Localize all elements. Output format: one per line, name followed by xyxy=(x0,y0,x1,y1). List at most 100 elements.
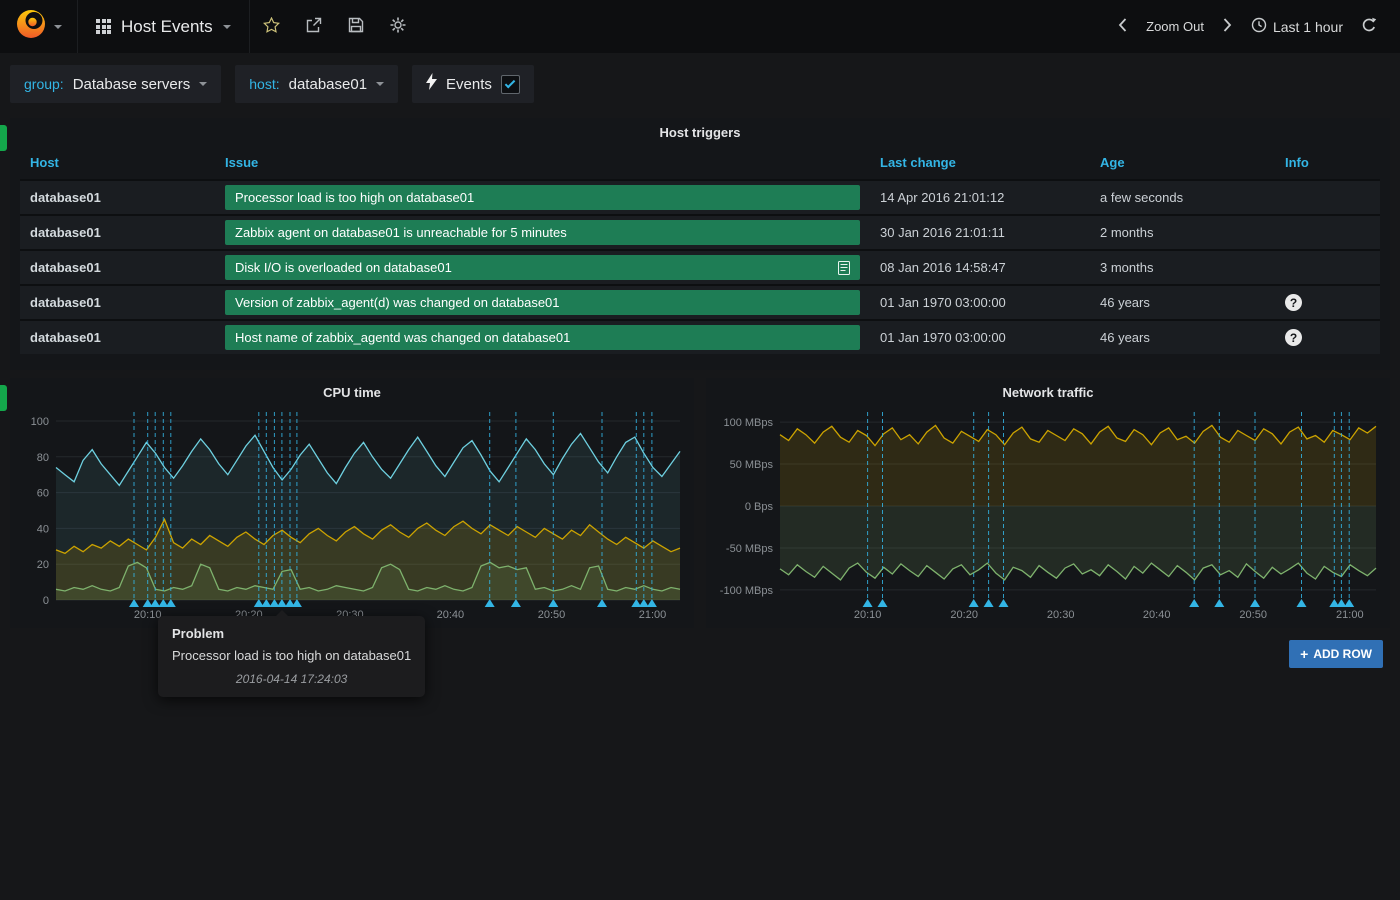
grafana-dashboard: { "icons": { "help": "?", "add": "+" }, … xyxy=(0,0,1400,900)
events-checkbox[interactable] xyxy=(501,75,520,94)
share-button[interactable] xyxy=(293,0,335,53)
table-header-row: HostIssueLast changeAgeInfo xyxy=(20,146,1380,180)
chevron-left-icon xyxy=(1117,17,1128,36)
issue-cell: Zabbix agent on database01 is unreachabl… xyxy=(215,215,870,250)
table-row: database01 Host name of zabbix_agentd was… xyxy=(20,320,1380,354)
column-header[interactable]: Host xyxy=(20,146,215,180)
refresh-button[interactable] xyxy=(1352,0,1386,53)
page-title: Host Events xyxy=(121,17,213,37)
issue-cell: Version of zabbix_agent(d) was changed o… xyxy=(215,285,870,320)
column-header[interactable]: Last change xyxy=(870,146,1090,180)
age-cell: 46 years xyxy=(1090,285,1275,320)
host-triggers-panel: Host triggers HostIssueLast changeAgeInf… xyxy=(10,118,1390,370)
help-icon[interactable]: ? xyxy=(1285,294,1302,311)
svg-text:-50 MBps: -50 MBps xyxy=(726,543,774,555)
age-cell: a few seconds xyxy=(1090,180,1275,215)
svg-text:50 MBps: 50 MBps xyxy=(730,459,774,471)
save-icon xyxy=(348,17,364,36)
host-cell: database01 xyxy=(20,250,215,285)
zoom-out-button[interactable]: Zoom Out xyxy=(1137,0,1213,53)
grafana-logo-menu[interactable] xyxy=(0,0,77,53)
plus-icon: + xyxy=(1300,646,1308,662)
zoom-out-label: Zoom Out xyxy=(1146,19,1204,34)
time-range-label: Last 1 hour xyxy=(1273,19,1343,35)
last-change-cell: 30 Jan 2016 21:01:11 xyxy=(870,215,1090,250)
panel-title[interactable]: CPU time xyxy=(10,378,694,404)
variable-group-dropdown[interactable]: group: Database servers xyxy=(10,65,221,103)
variable-host-value: database01 xyxy=(289,76,367,93)
svg-text:0 Bps: 0 Bps xyxy=(745,501,774,513)
svg-text:60: 60 xyxy=(37,488,49,500)
svg-text:20:50: 20:50 xyxy=(1239,609,1267,621)
variable-group-value: Database servers xyxy=(73,76,191,93)
clock-icon xyxy=(1251,17,1267,36)
issue-badge[interactable]: Processor load is too high on database01 xyxy=(225,185,860,210)
issue-text: Host name of zabbix_agentd was changed o… xyxy=(235,330,570,345)
svg-text:20:40: 20:40 xyxy=(437,609,465,621)
events-toggle-label: Events xyxy=(446,76,492,93)
chevron-down-icon xyxy=(54,25,62,29)
dashboard-icon xyxy=(96,19,111,34)
lightning-bolt-icon xyxy=(426,73,437,95)
refresh-icon xyxy=(1361,17,1377,36)
zoom-out-right-button[interactable] xyxy=(1213,0,1242,53)
chevron-down-icon xyxy=(199,82,207,86)
issue-cell: Processor load is too high on database01 xyxy=(215,180,870,215)
variable-host-dropdown[interactable]: host: database01 xyxy=(235,65,398,103)
svg-text:20:20: 20:20 xyxy=(950,609,978,621)
annotation-tooltip: Problem Processor load is too high on da… xyxy=(158,616,425,697)
age-cell: 46 years xyxy=(1090,320,1275,354)
cpu-time-chart[interactable]: 02040608010020:1020:2020:3020:4020:5021:… xyxy=(14,404,690,624)
issue-badge[interactable]: Host name of zabbix_agentd was changed o… xyxy=(225,325,860,350)
zoom-out-left-button[interactable] xyxy=(1108,0,1137,53)
tooltip-message: Processor load is too high on database01 xyxy=(172,648,411,663)
svg-text:100: 100 xyxy=(31,416,49,428)
star-button[interactable] xyxy=(250,0,293,53)
dashboard-title-block[interactable]: Host Events xyxy=(77,0,250,53)
chevron-down-icon xyxy=(376,82,384,86)
tooltip-arrow xyxy=(276,610,288,616)
svg-text:40: 40 xyxy=(37,523,49,535)
help-icon[interactable]: ? xyxy=(1285,329,1302,346)
issue-badge[interactable]: Version of zabbix_agent(d) was changed o… xyxy=(225,290,860,315)
issue-text: Disk I/O is overloaded on database01 xyxy=(235,260,452,275)
settings-button[interactable] xyxy=(377,0,419,53)
cpu-time-panel: CPU time 02040608010020:1020:2020:3020:4… xyxy=(10,378,694,628)
svg-text:80: 80 xyxy=(37,452,49,464)
last-change-cell: 08 Jan 2016 14:58:47 xyxy=(870,250,1090,285)
column-header[interactable]: Info xyxy=(1275,146,1380,180)
info-cell xyxy=(1275,215,1380,250)
table-row: database01Zabbix agent on database01 is … xyxy=(20,215,1380,250)
submenu: group: Database servers host: database01… xyxy=(0,53,544,115)
column-header[interactable]: Age xyxy=(1090,146,1275,180)
column-header[interactable]: Issue xyxy=(215,146,870,180)
age-cell: 2 months xyxy=(1090,215,1275,250)
add-row-button[interactable]: + ADD ROW xyxy=(1289,640,1383,668)
issue-badge[interactable]: Zabbix agent on database01 is unreachabl… xyxy=(225,220,860,245)
row-handle-triggers[interactable] xyxy=(0,125,7,151)
network-traffic-chart[interactable]: 100 MBps50 MBps0 Bps-50 MBps-100 MBps20:… xyxy=(710,404,1386,624)
last-change-cell: 01 Jan 1970 03:00:00 xyxy=(870,285,1090,320)
issue-text: Processor load is too high on database01 xyxy=(235,190,474,205)
svg-text:20:30: 20:30 xyxy=(1047,609,1075,621)
svg-text:0: 0 xyxy=(43,595,49,607)
info-cell xyxy=(1275,180,1380,215)
svg-text:20:40: 20:40 xyxy=(1143,609,1171,621)
svg-text:20:50: 20:50 xyxy=(538,609,566,621)
table-row: database01 Disk I/O is overloaded on data… xyxy=(20,250,1380,285)
table-row: database01Version of zabbix_agent(d) was… xyxy=(20,285,1380,320)
network-traffic-panel: Network traffic 100 MBps50 MBps0 Bps-50 … xyxy=(706,378,1390,628)
host-cell: database01 xyxy=(20,180,215,215)
panel-title[interactable]: Host triggers xyxy=(10,118,1390,144)
save-button[interactable] xyxy=(335,0,377,53)
star-icon xyxy=(263,17,280,36)
share-icon xyxy=(306,17,322,36)
issue-badge[interactable]: Disk I/O is overloaded on database01 xyxy=(225,255,860,280)
host-cell: database01 xyxy=(20,320,215,354)
panel-title[interactable]: Network traffic xyxy=(706,378,1390,404)
time-picker-button[interactable]: Last 1 hour xyxy=(1242,0,1352,53)
svg-text:20:10: 20:10 xyxy=(854,609,882,621)
row-handle-graphs[interactable] xyxy=(0,385,7,411)
info-cell xyxy=(1275,250,1380,285)
description-icon[interactable] xyxy=(838,261,850,275)
